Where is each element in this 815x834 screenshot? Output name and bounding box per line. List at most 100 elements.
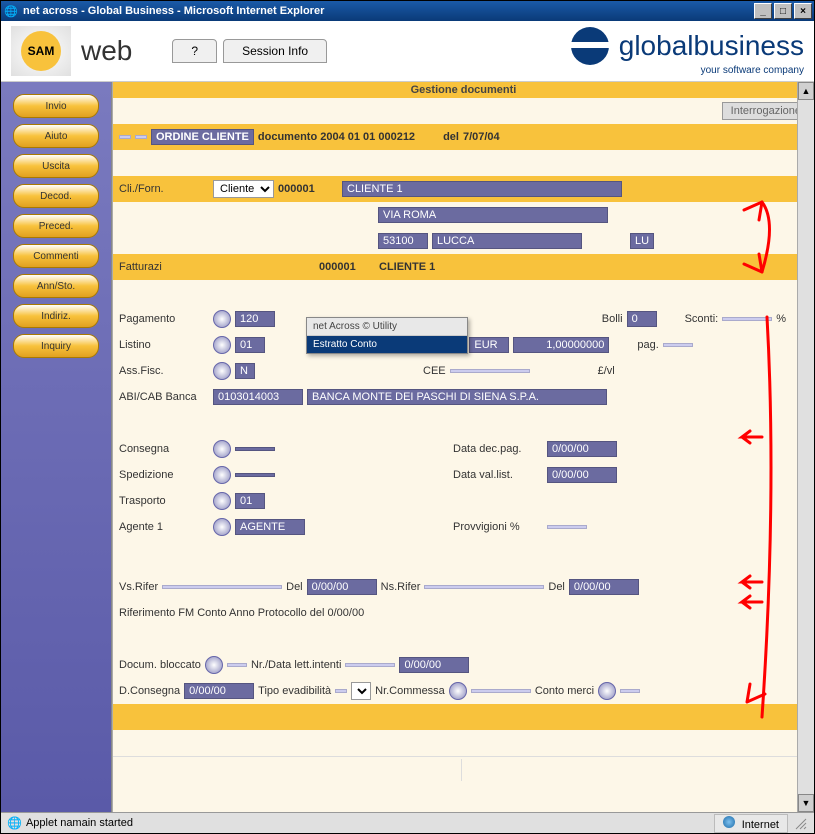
resize-grip[interactable] xyxy=(792,815,808,831)
cli-address-field[interactable]: VIA ROMA xyxy=(378,207,608,223)
cli-code: 000001 xyxy=(278,183,338,195)
dataval-label: Data val.list. xyxy=(453,469,543,481)
nsdate-field[interactable]: 0/00/00 xyxy=(569,579,639,595)
pagamento-label: Pagamento xyxy=(119,313,209,325)
riferimento-fm-line: Riferimento FM Conto Anno Protocollo del… xyxy=(119,607,364,619)
assfisc-label: Ass.Fisc. xyxy=(119,365,209,377)
maximize-button[interactable]: □ xyxy=(774,3,792,19)
cambio-field[interactable]: 1,00000000 xyxy=(513,337,609,353)
provv-field[interactable] xyxy=(547,525,587,529)
help-button[interactable]: ? xyxy=(172,39,217,63)
cli-zip-field[interactable]: 53100 xyxy=(378,233,428,249)
nrdata-field[interactable] xyxy=(345,663,395,667)
assfisc-field[interactable]: N xyxy=(235,363,255,379)
vsrifer-label: Vs.Rifer xyxy=(119,581,158,593)
datadec-field[interactable]: 0/00/00 xyxy=(547,441,617,457)
minimize-button[interactable]: _ xyxy=(754,3,772,19)
vertical-scrollbar[interactable]: ▲ ▼ xyxy=(797,82,814,812)
valuta-field[interactable]: EUR xyxy=(469,337,509,353)
docbloc-label: Docum. bloccato xyxy=(119,659,201,671)
doc-ref: documento 2004 01 01 000212 xyxy=(258,131,415,143)
session-info-button[interactable]: Session Info xyxy=(223,39,327,63)
sidebar-item-uscita[interactable]: Uscita xyxy=(13,154,99,178)
cli-forn-label: Cli./Forn. xyxy=(119,183,209,195)
dataval-field[interactable]: 0/00/00 xyxy=(547,467,617,483)
nrcom-lookup-icon[interactable] xyxy=(449,682,467,700)
sidebar-item-annsto[interactable]: Ann/Sto. xyxy=(13,274,99,298)
context-menu-item-estratto[interactable]: Estratto Conto xyxy=(307,336,467,353)
dconsegna-field[interactable]: 0/00/00 xyxy=(184,683,254,699)
nrcom-field[interactable] xyxy=(471,689,531,693)
sidebar-item-inquiry[interactable]: Inquiry xyxy=(13,334,99,358)
app-icon: 🌐 xyxy=(3,3,19,19)
fatt-code: 000001 xyxy=(319,261,375,273)
vsrifer-field[interactable] xyxy=(162,585,282,589)
consegna-field[interactable] xyxy=(235,447,275,451)
pag-label: pag. xyxy=(637,339,658,351)
sidebar-item-indiriz[interactable]: Indiriz. xyxy=(13,304,99,328)
sidebar-item-invio[interactable]: Invio xyxy=(13,94,99,118)
nrdata-label: Nr./Data lett.intenti xyxy=(251,659,342,671)
datadec-label: Data dec.pag. xyxy=(453,443,543,455)
listino-field[interactable]: 01 xyxy=(235,337,265,353)
ns-del-label: Del xyxy=(548,581,565,593)
agente-lookup-icon[interactable] xyxy=(213,518,231,536)
trasporto-lookup-icon[interactable] xyxy=(213,492,231,510)
contomerci-lookup-icon[interactable] xyxy=(598,682,616,700)
scroll-up-button[interactable]: ▲ xyxy=(798,82,814,100)
zone-label: Internet xyxy=(742,819,779,831)
nsrifer-field[interactable] xyxy=(424,585,544,589)
bolli-label: Bolli xyxy=(602,313,623,325)
consegna-lookup-icon[interactable] xyxy=(213,440,231,458)
tipoev-field[interactable] xyxy=(335,689,347,693)
spedizione-lookup-icon[interactable] xyxy=(213,466,231,484)
cli-prov-field[interactable]: LU xyxy=(630,233,654,249)
cli-name-field[interactable]: CLIENTE 1 xyxy=(342,181,622,197)
status-text: Applet namain started xyxy=(26,817,133,829)
nrcom-label: Nr.Commessa xyxy=(375,685,445,697)
doc-date: 7/07/04 xyxy=(463,131,500,143)
context-menu: net Across © Utility Estratto Conto xyxy=(306,317,468,354)
cee-label: CEE xyxy=(423,365,446,377)
spedizione-field[interactable] xyxy=(235,473,275,477)
cli-forn-dropdown[interactable]: Cliente xyxy=(213,180,274,198)
pagamento-lookup-icon[interactable] xyxy=(213,310,231,328)
agente-field[interactable]: AGENTE xyxy=(235,519,305,535)
contomerci-label: Conto merci xyxy=(535,685,594,697)
pagamento-field[interactable]: 120 xyxy=(235,311,275,327)
tipoev-dropdown[interactable] xyxy=(351,682,371,700)
sconti-label: Sconti: xyxy=(685,313,719,325)
sidebar-item-decod[interactable]: Decod. xyxy=(13,184,99,208)
scroll-down-button[interactable]: ▼ xyxy=(798,794,814,812)
tipoev-label: Tipo evadibilità xyxy=(258,685,331,697)
assfisc-lookup-icon[interactable] xyxy=(213,362,231,380)
context-menu-title: net Across © Utility xyxy=(307,318,467,336)
sidebar: Invio Aiuto Uscita Decod. Preced. Commen… xyxy=(1,82,112,812)
abi-field[interactable]: 0103014003 xyxy=(213,389,303,405)
vs-del-label: Del xyxy=(286,581,303,593)
nrdata-date-field[interactable]: 0/00/00 xyxy=(399,657,469,673)
fatt-label: Fatturazi xyxy=(119,261,175,273)
cli-city-field[interactable]: LUCCA xyxy=(432,233,582,249)
nsrifer-label: Ns.Rifer xyxy=(381,581,421,593)
sconti-field[interactable] xyxy=(722,317,772,321)
sidebar-item-preced[interactable]: Preced. xyxy=(13,214,99,238)
sidebar-item-commenti[interactable]: Commenti xyxy=(13,244,99,268)
globalbusiness-logo: globalbusiness your software company xyxy=(571,27,804,76)
trasporto-field[interactable]: 01 xyxy=(235,493,265,509)
pag-field[interactable] xyxy=(663,343,693,347)
dconsegna-label: D.Consegna xyxy=(119,685,180,697)
listino-lookup-icon[interactable] xyxy=(213,336,231,354)
sidebar-item-aiuto[interactable]: Aiuto xyxy=(13,124,99,148)
docbloc-lookup-icon[interactable] xyxy=(205,656,223,674)
bank-field[interactable]: BANCA MONTE DEI PASCHI DI SIENA S.P.A. xyxy=(307,389,607,405)
vsdate-field[interactable]: 0/00/00 xyxy=(307,579,377,595)
close-button[interactable]: × xyxy=(794,3,812,19)
internet-zone-icon xyxy=(723,816,735,828)
cee-field[interactable] xyxy=(450,369,530,373)
docbloc-field[interactable] xyxy=(227,663,247,667)
statusbar: 🌐 Applet namain started Internet xyxy=(1,812,814,833)
globe-sphere-icon xyxy=(571,27,609,65)
contomerci-field[interactable] xyxy=(620,689,640,693)
bolli-field[interactable]: 0 xyxy=(627,311,657,327)
